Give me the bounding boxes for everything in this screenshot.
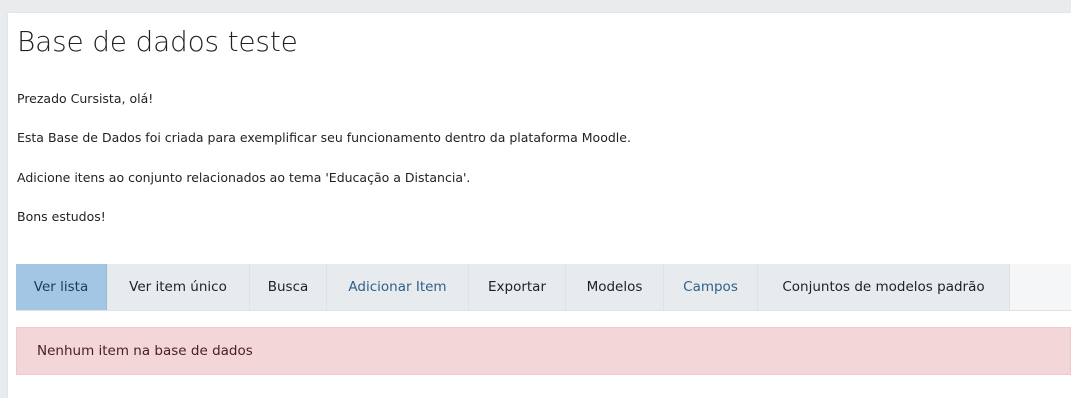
tab-campos[interactable]: Campos [664, 264, 758, 310]
tab-ver-lista[interactable]: Ver lista [16, 264, 107, 310]
main-content: Base de dados teste Prezado Cursista, ol… [8, 13, 1071, 398]
tab-modelos[interactable]: Modelos [566, 264, 664, 310]
tab-busca[interactable]: Busca [250, 264, 327, 310]
description-text: Esta Base de Dados foi criada para exemp… [17, 130, 631, 145]
tab-ver-item-unico[interactable]: Ver item único [107, 264, 250, 310]
alert-message: Nenhum item na base de dados [37, 343, 253, 359]
greeting-text: Prezado Cursista, olá! [17, 91, 154, 106]
closing-text: Bons estudos! [17, 209, 106, 224]
tab-conjuntos-modelos-padrao[interactable]: Conjuntos de modelos padrão [758, 264, 1010, 310]
tab-exportar[interactable]: Exportar [469, 264, 566, 310]
empty-database-alert: Nenhum item na base de dados [16, 327, 1071, 375]
database-tabs: Ver lista Ver item único Busca Adicionar… [16, 264, 1071, 311]
page-title: Base de dados teste [17, 25, 298, 58]
tab-adicionar-item[interactable]: Adicionar Item [327, 264, 469, 310]
instruction-text: Adicione itens ao conjunto relacionados … [17, 170, 471, 185]
